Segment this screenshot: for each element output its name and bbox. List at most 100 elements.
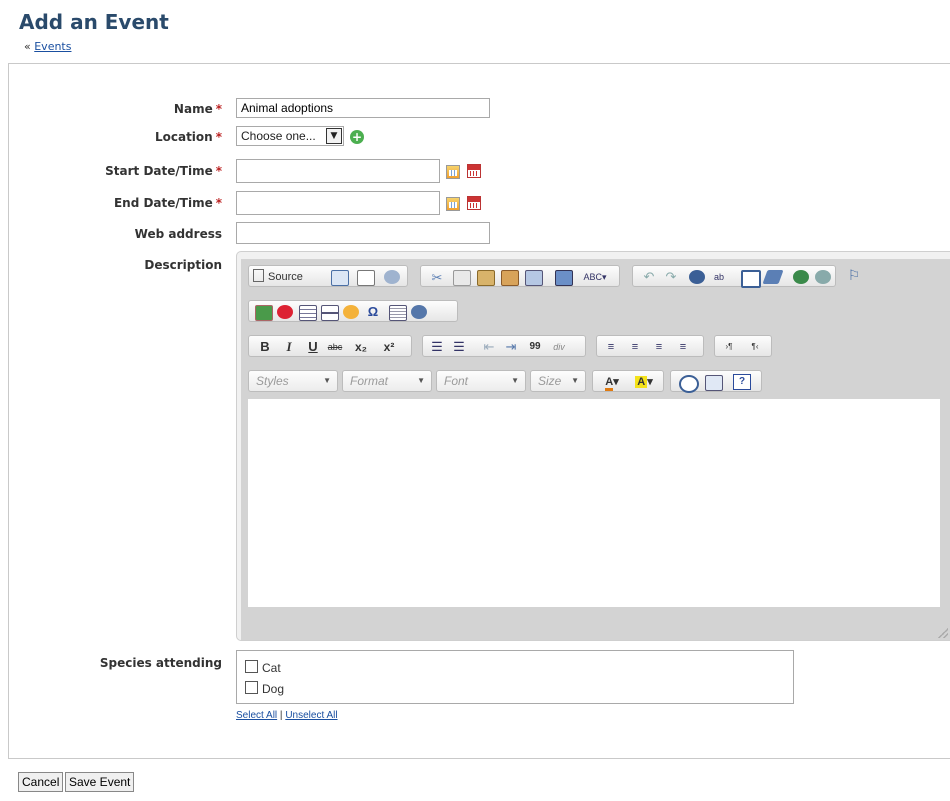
- italic-button[interactable]: I: [281, 339, 297, 355]
- species-option-cat[interactable]: Cat: [245, 660, 281, 675]
- page-break-icon[interactable]: [389, 305, 407, 321]
- toolbar-row-2: Ω: [248, 300, 940, 324]
- horizontal-rule-icon[interactable]: [321, 305, 339, 321]
- bold-button[interactable]: B: [257, 339, 273, 355]
- print-icon[interactable]: [555, 270, 573, 286]
- outdent-icon[interactable]: ⇤: [481, 339, 497, 355]
- align-right-icon[interactable]: ≡: [651, 339, 667, 355]
- add-location-icon[interactable]: +: [350, 130, 364, 144]
- web-address-input[interactable]: [236, 222, 490, 244]
- toolbar-group-document: Source: [248, 265, 408, 287]
- source-button[interactable]: Source: [253, 269, 321, 285]
- anchor-flag-icon[interactable]: ⚐: [846, 267, 862, 283]
- end-datetime-input[interactable]: [236, 191, 440, 215]
- name-label: Name *: [173, 102, 222, 116]
- smiley-icon[interactable]: [343, 305, 359, 319]
- link-icon[interactable]: [793, 270, 809, 284]
- save-event-button[interactable]: Save Event: [65, 772, 135, 792]
- calendar-picker-icon[interactable]: [446, 197, 460, 211]
- toolbar-row-1: Source ✂ ABC▾ ↶ ↷ ab ⚐: [248, 265, 940, 289]
- unlink-icon[interactable]: [815, 270, 831, 284]
- paste-word-icon[interactable]: [525, 270, 543, 286]
- breadcrumb-prefix: «: [24, 40, 31, 53]
- date-picker-icon[interactable]: [467, 164, 481, 178]
- strikethrough-button[interactable]: abc: [327, 339, 343, 355]
- align-center-icon[interactable]: ≡: [627, 339, 643, 355]
- spellcheck-icon[interactable]: ABC▾: [579, 269, 611, 285]
- link-separator: |: [279, 710, 283, 721]
- settings-icon[interactable]: [384, 270, 400, 284]
- eraser-icon[interactable]: [762, 270, 784, 284]
- redo-icon[interactable]: ↷: [663, 269, 679, 285]
- location-select-value: Choose one...: [241, 129, 316, 143]
- date-picker-icon[interactable]: [467, 196, 481, 210]
- subscript-button[interactable]: x₂: [353, 339, 369, 355]
- toolbar-row-3: B I U abc x₂ x² ☰ ☰ ⇤ ⇥ 99 div ≡ ≡ ≡ ≡ ›…: [248, 335, 940, 359]
- cancel-button[interactable]: Cancel: [18, 772, 64, 792]
- toolbar-group-direction: ›¶ ¶‹: [714, 335, 772, 357]
- div-container-icon[interactable]: div: [551, 339, 567, 355]
- checkbox[interactable]: [245, 660, 258, 673]
- underline-button[interactable]: U: [305, 339, 321, 355]
- unselect-all-link[interactable]: Unselect All: [285, 710, 337, 721]
- size-combo[interactable]: Size ▼: [530, 370, 586, 392]
- rtl-icon[interactable]: ¶‹: [747, 339, 763, 355]
- toolbar-row-4: Styles ▼ Format ▼ Font ▼ Size ▼ A▾ A ▾ ?: [248, 370, 940, 394]
- show-blocks-icon[interactable]: [705, 375, 723, 391]
- calendar-picker-icon[interactable]: [446, 165, 460, 179]
- toolbar-group-edit: ↶ ↷ ab: [632, 265, 836, 288]
- select-all-icon[interactable]: [741, 270, 761, 288]
- toolbar-group-tools: ?: [670, 370, 762, 393]
- replace-icon[interactable]: ab: [711, 269, 727, 285]
- resize-grip-icon[interactable]: [938, 628, 948, 638]
- toolbar-group-basic-styles: B I U abc x₂ x²: [248, 335, 412, 357]
- start-datetime-label: Start Date/Time *: [105, 164, 222, 178]
- select-all-link[interactable]: Select All: [236, 710, 277, 721]
- toolbar-group-paragraph: ☰ ☰ ⇤ ⇥ 99 div: [422, 335, 586, 357]
- superscript-button[interactable]: x²: [381, 339, 397, 355]
- align-left-icon[interactable]: ≡: [603, 339, 619, 355]
- image-icon[interactable]: [255, 305, 273, 321]
- find-icon[interactable]: [689, 270, 705, 284]
- blockquote-icon[interactable]: 99: [527, 339, 543, 355]
- ltr-icon[interactable]: ›¶: [721, 339, 737, 355]
- styles-combo[interactable]: Styles ▼: [248, 370, 338, 392]
- location-select[interactable]: Choose one... ▼: [236, 126, 344, 146]
- align-justify-icon[interactable]: ≡: [675, 339, 691, 355]
- toolbar-group-insert: Ω: [248, 300, 458, 322]
- iframe-icon[interactable]: [411, 305, 427, 319]
- undo-icon[interactable]: ↶: [641, 269, 657, 285]
- toolbar-group-colors: A▾ A ▾: [592, 370, 664, 392]
- editor-content-area[interactable]: [248, 399, 940, 607]
- checkbox[interactable]: [245, 681, 258, 694]
- start-datetime-input[interactable]: [236, 159, 440, 183]
- bulleted-list-icon[interactable]: ☰: [451, 339, 467, 355]
- description-label: Description: [144, 258, 222, 272]
- templates-icon[interactable]: [357, 270, 375, 286]
- text-color-button[interactable]: A▾: [599, 374, 625, 391]
- location-label: Location *: [154, 130, 222, 144]
- toolbar-group-clipboard: ✂ ABC▾: [420, 265, 620, 287]
- chevron-down-icon: ▼: [326, 128, 342, 144]
- selection-links: Select All | Unselect All: [236, 710, 338, 721]
- species-label: Species attending: [99, 656, 222, 670]
- copy-icon[interactable]: [453, 270, 471, 286]
- flash-icon[interactable]: [277, 305, 293, 319]
- species-list: Cat Dog: [236, 650, 794, 704]
- numbered-list-icon[interactable]: ☰: [429, 339, 445, 355]
- preview-icon[interactable]: [331, 270, 349, 286]
- help-button[interactable]: ?: [733, 374, 751, 390]
- paste-text-icon[interactable]: [501, 270, 519, 286]
- font-combo[interactable]: Font ▼: [436, 370, 526, 392]
- paste-icon[interactable]: [477, 270, 495, 286]
- name-input[interactable]: [236, 98, 490, 118]
- cut-icon[interactable]: ✂: [429, 270, 445, 285]
- table-icon[interactable]: [299, 305, 317, 321]
- format-combo[interactable]: Format ▼: [342, 370, 432, 392]
- special-char-icon[interactable]: Ω: [365, 304, 381, 320]
- species-option-dog[interactable]: Dog: [245, 681, 284, 696]
- maximize-icon[interactable]: [679, 375, 699, 393]
- background-color-button[interactable]: A ▾: [631, 374, 657, 390]
- events-link[interactable]: Events: [34, 40, 71, 53]
- indent-icon[interactable]: ⇥: [503, 339, 519, 355]
